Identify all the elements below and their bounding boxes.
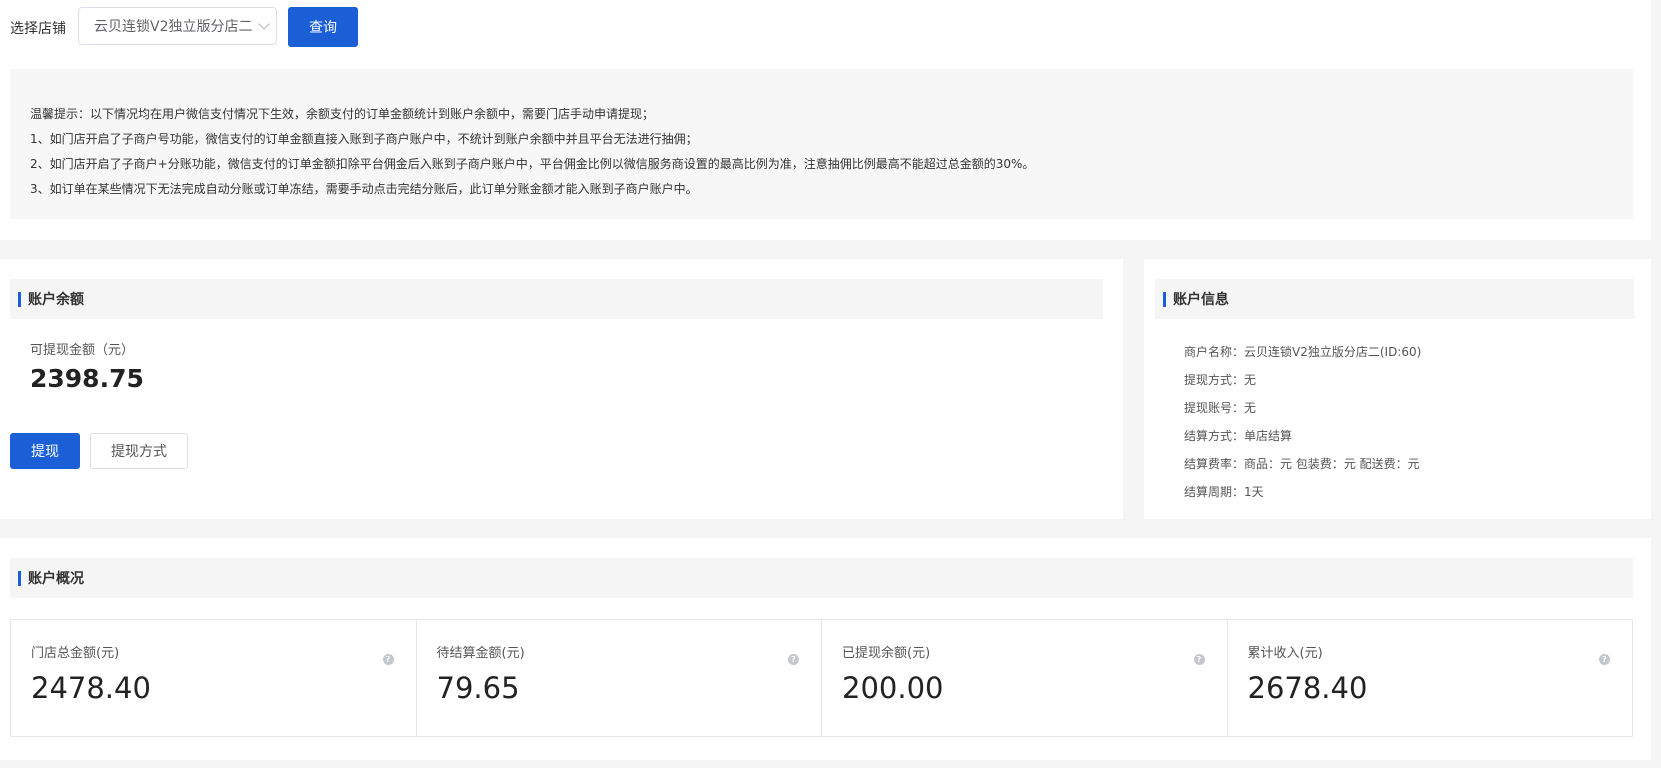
withdraw-button[interactable]: 提现 [10,433,80,469]
store-select-label: 选择店铺 [10,21,66,37]
help-icon[interactable]: ? [382,654,394,665]
store-select[interactable]: 云贝连锁V2独立版分店二 [78,7,277,45]
tip-line: 3、如订单在某些情况下无法完成自动分账或订单冻结，需要手动点击完结分账后，此订单… [30,182,698,196]
stat-label: 累计收入(元) [1247,646,1323,661]
stat-label: 待结算金额(元) [436,646,525,661]
query-button[interactable]: 查询 [288,7,358,47]
tip-line: 1、如门店开启了子商户号功能，微信支付的订单金额直接入账到子商户账户中，不统计到… [30,132,698,146]
withdraw-method-row: 提现方式：无 [1184,373,1257,387]
settlement-method-row: 结算方式：单店结算 [1184,429,1293,443]
stat-value: 79.65 [436,671,520,705]
section-accent-bar [1163,291,1166,307]
help-icon[interactable]: ? [788,654,799,665]
stat-value: 200.00 [842,671,944,705]
stat-value: 2478.40 [31,671,151,705]
stat-label: 门店总金额(元) [31,646,120,661]
balance-section-title: 账户余额 [28,292,84,308]
stat-card-cumulative-income: 累计收入(元) ? 2678.40 [1228,620,1633,736]
chevron-down-icon [258,18,270,30]
withdraw-account-row: 提现账号：无 [1184,401,1257,415]
account-info-list: 商户名称：云贝连锁V2独立版分店二(ID:60) 提现方式：无 提现账号：无 结… [1184,342,1421,510]
merchant-name-row: 商户名称：云贝连锁V2独立版分店二(ID:60) [1184,345,1422,359]
available-amount-value: 2398.75 [30,364,144,393]
withdraw-method-button[interactable]: 提现方式 [90,433,188,469]
tip-line: 温馨提示：以下情况均在用户微信支付情况下生效，余额支付的订单金额统计到账户余额中… [30,107,655,121]
account-info-section-header: 账户信息 [1155,279,1634,319]
help-icon[interactable]: ? [1599,654,1610,665]
stat-card-withdrawn: 已提现余额(元) ? 200.00 [822,620,1228,736]
filter-panel: 选择店铺 云贝连锁V2独立版分店二 查询 温馨提示：以下情况均在用户微信支付情况… [0,0,1651,240]
help-icon[interactable]: ? [1193,654,1205,665]
section-accent-bar [18,570,21,586]
balance-section-header: 账户余额 [10,279,1103,319]
stat-value: 2678.40 [1247,671,1368,705]
overview-stats: 门店总金额(元) ? 2478.40 待结算金额(元) ? 79.65 已提现余… [10,619,1633,737]
overview-section-header: 账户概况 [10,558,1633,598]
tips-box: 温馨提示：以下情况均在用户微信支付情况下生效，余额支付的订单金额统计到账户余额中… [10,69,1633,219]
available-amount-label: 可提现金额（元） [30,343,135,358]
section-accent-bar [18,291,21,307]
stat-card-store-total: 门店总金额(元) ? 2478.40 [11,620,417,736]
stat-card-pending-settlement: 待结算金额(元) ? 79.65 [417,620,822,736]
settlement-rate-row: 结算费率：商品：元 包装费：元 配送费：元 [1184,457,1420,471]
store-select-value: 云贝连锁V2独立版分店二 [94,19,253,35]
stat-label: 已提现余额(元) [842,646,931,661]
tip-line: 2、如门店开启了子商户+分账功能，微信支付的订单金额扣除平台佣金后入账到子商户账… [30,157,1035,171]
account-info-section-title: 账户信息 [1173,292,1229,308]
settlement-cycle-row: 结算周期：1天 [1184,485,1264,499]
overview-section-title: 账户概况 [28,571,84,587]
